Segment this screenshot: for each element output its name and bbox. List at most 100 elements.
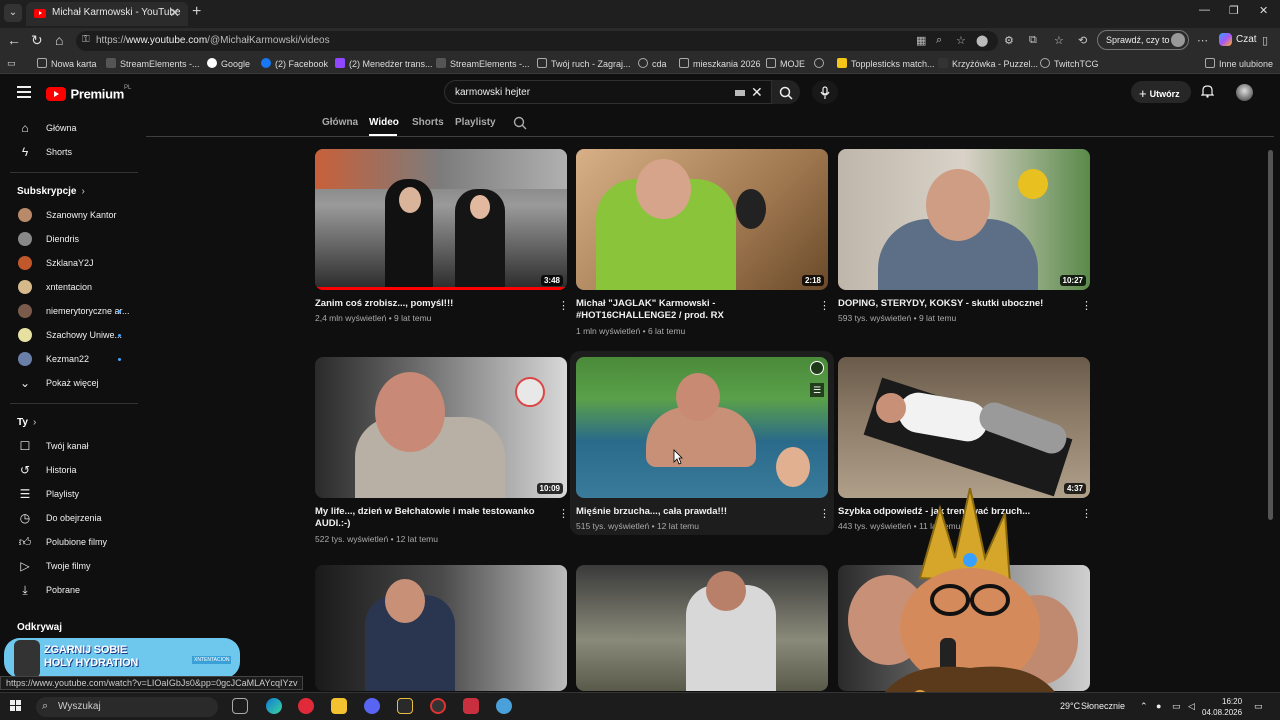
bookmark-globe[interactable] xyxy=(814,58,828,69)
minimize-icon[interactable]: — xyxy=(1199,4,1210,16)
extension-icon[interactable]: ⬤ xyxy=(976,34,988,47)
zoom-icon[interactable]: ⌕ xyxy=(936,34,942,47)
subscriptions-heading[interactable]: Subskrypcje › xyxy=(17,186,85,197)
keyboard-icon[interactable] xyxy=(735,90,745,96)
create-button[interactable]: + Utwórz xyxy=(1131,81,1191,103)
video-thumbnail[interactable]: ☰ xyxy=(576,357,828,498)
profile-button[interactable]: Sprawdź, czy to Ty xyxy=(1097,30,1189,50)
app-icon[interactable] xyxy=(463,698,479,714)
new-tab-button[interactable]: + xyxy=(192,3,201,21)
tab-videos[interactable]: Wideo xyxy=(369,117,399,128)
tray-chevron-icon[interactable]: ⌃ xyxy=(1140,701,1148,712)
weather-temp[interactable]: 29°C xyxy=(1060,701,1080,711)
bookmark-facebook[interactable]: (2) Facebook xyxy=(261,58,328,69)
video-title[interactable]: DOPING, STERYDY, KOKSY - skutki uboczne! xyxy=(838,298,1070,310)
you-heading[interactable]: Ty › xyxy=(17,417,36,428)
grid-icon[interactable]: ▦ xyxy=(916,34,926,47)
bookmark-folder-mieszkania[interactable]: mieszkania 2026 xyxy=(679,58,761,69)
discord-icon[interactable] xyxy=(364,698,380,714)
video-thumbnail[interactable]: 3:48 xyxy=(315,149,567,290)
video-thumbnail[interactable] xyxy=(576,565,828,691)
refresh-icon[interactable]: ↻ xyxy=(31,32,43,49)
task-view-icon[interactable] xyxy=(232,698,248,714)
video-more-options-icon[interactable]: ⋮ xyxy=(819,507,830,520)
favorites-icon[interactable]: ☆ xyxy=(1054,34,1064,47)
sidebar-item-liked[interactable]: 👍︎ Polubione filmy xyxy=(0,532,140,554)
video-thumbnail[interactable]: 10:27 xyxy=(838,149,1090,290)
tab-home[interactable]: Główna xyxy=(322,117,358,128)
taskbar-search[interactable]: ⌕ Wyszukaj xyxy=(36,697,218,717)
split-screen-icon[interactable]: ⧉ xyxy=(1029,34,1037,47)
bookmark-menedzer[interactable]: (2) Menedżer trans... xyxy=(335,58,433,69)
bookmark-other-favorites[interactable]: Inne ulubione xyxy=(1205,58,1273,69)
close-window-icon[interactable]: ✕ xyxy=(1259,4,1268,17)
video-thumbnail[interactable]: 4:37 xyxy=(838,357,1090,498)
tab-list-button[interactable]: ⌄ xyxy=(4,4,22,22)
file-explorer-icon[interactable] xyxy=(331,698,347,714)
close-tab-icon[interactable]: ✕ xyxy=(169,5,180,21)
sidebar-item-home[interactable]: ⌂ Główna xyxy=(0,118,140,140)
favorite-star-icon[interactable]: ☆ xyxy=(956,34,966,47)
sidebar-sub-szachowy[interactable]: Szachowy Uniwe... xyxy=(0,325,140,347)
network-icon[interactable]: ▭ xyxy=(1172,701,1181,712)
sidebar-sub-szanowny-kantor[interactable]: Szanowny Kantor xyxy=(0,205,140,227)
microphone-tray-icon[interactable]: ● xyxy=(1156,701,1161,711)
sidebar-item-your-videos[interactable]: ▷ Twoje filmy xyxy=(0,556,140,578)
bookmark-streamelements-2[interactable]: StreamElements -... xyxy=(436,58,530,69)
copilot-chat-button[interactable]: Czat xyxy=(1219,33,1257,46)
sidebar-sub-szklanay2j[interactable]: SzklanaY2J xyxy=(0,253,140,275)
sidebar-sub-diendris[interactable]: Diendris xyxy=(0,229,140,251)
obs-icon[interactable] xyxy=(430,698,446,714)
tab-shorts[interactable]: Shorts xyxy=(412,117,444,128)
channel-search-icon[interactable] xyxy=(513,116,527,130)
account-avatar[interactable] xyxy=(1236,84,1253,101)
video-title[interactable]: Zanim coś zrobisz..., pomyśl!!! xyxy=(315,298,547,310)
notification-center-icon[interactable]: ▭ xyxy=(1254,701,1263,712)
sidebar-item-downloads[interactable]: ⤓ Pobrane xyxy=(0,580,140,602)
restore-icon[interactable]: ❐ xyxy=(1229,4,1239,17)
video-title[interactable]: Michał "JAGLAK" Karmowski - #HOT16CHALLE… xyxy=(576,298,808,322)
video-more-options-icon[interactable]: ⋮ xyxy=(558,299,569,312)
back-icon[interactable]: ← xyxy=(7,32,21,48)
guide-menu-icon[interactable] xyxy=(17,86,31,98)
sidebar-show-more[interactable]: ⌄ Pokaż więcej xyxy=(0,373,140,395)
watch-later-icon[interactable] xyxy=(810,361,824,375)
page-scrollbar[interactable] xyxy=(1268,150,1273,520)
history-toolbar-icon[interactable]: ⟲ xyxy=(1078,34,1087,47)
sidebar-item-history[interactable]: ↺ Historia xyxy=(0,460,140,482)
reading-view-icon[interactable]: ▭ xyxy=(7,58,16,69)
video-more-options-icon[interactable]: ⋮ xyxy=(558,507,569,520)
sidebar-item-shorts[interactable]: ϟ Shorts xyxy=(0,142,140,164)
taskbar-clock[interactable]: 16:20 04.08.2026 xyxy=(1202,696,1242,718)
voice-search-button[interactable] xyxy=(812,80,838,104)
video-thumbnail[interactable]: 10:09 xyxy=(315,357,567,498)
video-title[interactable]: Mięśnie brzucha..., cała prawda!!! xyxy=(576,506,808,518)
bookmark-cda[interactable]: cda xyxy=(638,58,667,69)
bookmark-folder-moje[interactable]: MOJE xyxy=(766,58,805,69)
address-bar[interactable]: ⚿ https://www.youtube.com/@MichałKarmows… xyxy=(76,31,998,51)
search-input[interactable]: karmowski hejter ✕ xyxy=(444,80,772,104)
bookmark-twoj-ruch[interactable]: Twój ruch - Zagraj... xyxy=(537,58,631,69)
video-thumbnail[interactable]: 2:18 xyxy=(576,149,828,290)
browser-tab-active[interactable]: Michał Karmowski - YouTube ✕ xyxy=(26,2,188,26)
bookmark-nowa-karta[interactable]: Nowa karta xyxy=(37,58,97,69)
youtube-premium-logo[interactable]: PremiumPL xyxy=(46,85,131,103)
volume-icon[interactable]: ◁ xyxy=(1188,701,1195,712)
sidebar-toggle-icon[interactable]: ▯ xyxy=(1262,34,1268,47)
opera-icon[interactable] xyxy=(298,698,314,714)
notifications-bell-icon[interactable] xyxy=(1200,84,1215,101)
url-text[interactable]: https://www.youtube.com/@MichałKarmowski… xyxy=(96,35,330,46)
search-button[interactable] xyxy=(772,80,800,104)
video-thumbnail[interactable] xyxy=(315,565,567,691)
video-more-options-icon[interactable]: ⋮ xyxy=(819,299,830,312)
weather-text[interactable]: Słonecznie xyxy=(1081,701,1125,711)
tab-playlists[interactable]: Playlisty xyxy=(455,117,496,128)
app-icon[interactable] xyxy=(496,698,512,714)
more-menu-icon[interactable]: ⋯ xyxy=(1197,34,1208,47)
sidebar-sub-niemerytoryczne[interactable]: niemerytoryczne ar... xyxy=(0,301,140,323)
add-to-queue-icon[interactable]: ☰ xyxy=(810,383,824,397)
bookmark-topplesticks[interactable]: Topplesticks match... xyxy=(837,58,935,69)
edge-browser-icon[interactable] xyxy=(266,698,282,714)
bookmark-twitchtcg[interactable]: TwitchTCG xyxy=(1040,58,1099,69)
clear-search-icon[interactable]: ✕ xyxy=(751,84,763,101)
